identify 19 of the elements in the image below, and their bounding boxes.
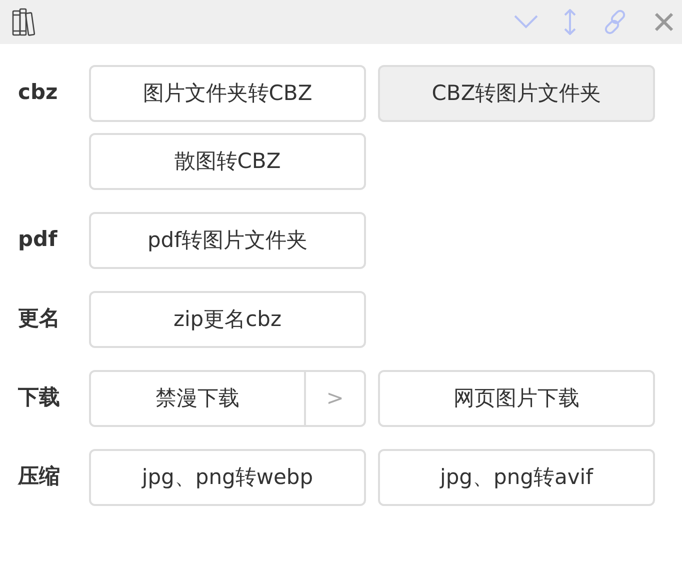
action-button[interactable]: 图片文件夹转CBZ <box>89 65 366 122</box>
section-label: 更名 <box>17 305 61 332</box>
action-button[interactable]: CBZ转图片文件夹 <box>378 65 655 122</box>
action-button[interactable]: zip更名cbz <box>89 291 366 348</box>
action-button[interactable]: pdf转图片文件夹 <box>89 212 366 269</box>
link-icon[interactable] <box>602 9 628 35</box>
close-icon[interactable] <box>654 12 674 32</box>
action-button[interactable]: 网页图片下载 <box>378 370 655 427</box>
section-label: 压缩 <box>16 463 61 490</box>
chevron-down-icon[interactable] <box>514 15 538 29</box>
action-button[interactable]: jpg、png转avif <box>378 449 655 506</box>
section-label: 下载 <box>17 384 61 411</box>
books-icon <box>12 8 38 36</box>
section-label: cbz <box>17 79 59 106</box>
action-button[interactable]: jpg、png转webp <box>89 449 366 506</box>
vertical-resize-icon[interactable] <box>564 9 576 35</box>
action-button[interactable]: 散图转CBZ <box>89 133 366 190</box>
section-label: pdf <box>17 226 58 253</box>
download-button[interactable]: 禁漫下载 <box>89 370 306 427</box>
